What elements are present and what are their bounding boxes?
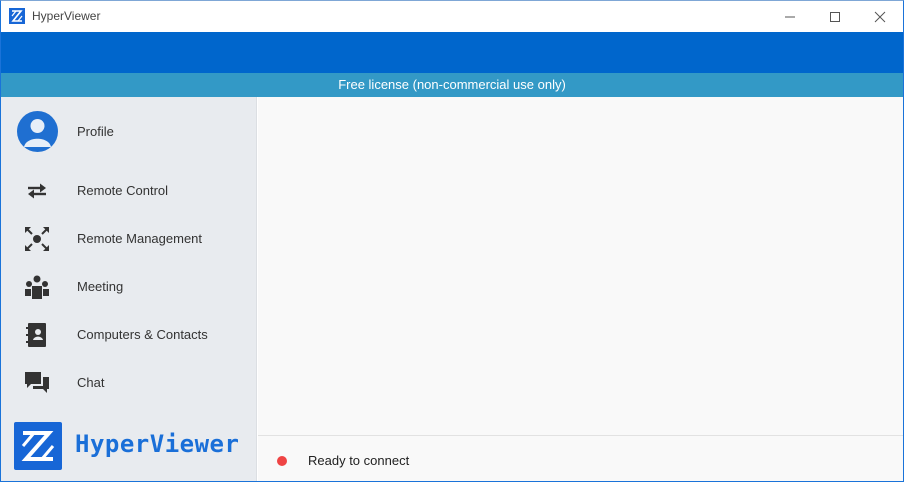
main-content [258,97,903,435]
sidebar-item-label: Remote Control [77,183,169,198]
license-banner: Free license (non-commercial use only) [1,73,903,97]
close-icon [874,11,886,23]
people-group-icon [23,273,51,301]
status-indicator-icon [277,456,287,466]
maximize-button[interactable] [812,1,858,32]
contacts-book-icon [23,321,51,349]
title-bar: HyperViewer [1,1,903,32]
sidebar-item-label: Remote Management [77,231,203,246]
window-title: HyperViewer [32,9,101,23]
sidebar-item-label: Chat [77,375,105,390]
status-text: Ready to connect [308,453,410,468]
app-logo-icon [9,8,25,24]
sidebar-item-remote-control[interactable]: Remote Control [1,167,257,215]
minimize-icon [784,11,796,23]
close-button[interactable] [857,1,903,32]
sidebar-item-profile[interactable]: Profile [1,107,257,157]
maximize-icon [829,11,841,23]
brand-name: HyperViewer [75,430,240,458]
sidebar: Profile Remote Control Remote Management… [1,97,257,481]
sidebar-item-label: Profile [77,124,114,139]
expand-arrows-icon [23,225,51,253]
status-bar: Ready to connect [258,435,903,481]
sidebar-item-chat[interactable]: Chat [1,359,257,407]
brand-logo-icon [14,422,62,470]
sidebar-item-label: Computers & Contacts [77,327,208,342]
sidebar-item-label: Meeting [77,279,124,294]
sidebar-item-meeting[interactable]: Meeting [1,263,257,311]
header-bar [1,32,903,73]
arrows-swap-icon [23,179,51,203]
minimize-button[interactable] [767,1,813,32]
sidebar-item-remote-management[interactable]: Remote Management [1,215,257,263]
sidebar-item-computers-contacts[interactable]: Computers & Contacts [1,311,257,359]
brand-block: HyperViewer [14,422,254,472]
chat-bubbles-icon [23,369,51,397]
app-window: HyperViewer Free license (non-commercial… [0,0,904,482]
user-avatar-icon [17,111,58,152]
